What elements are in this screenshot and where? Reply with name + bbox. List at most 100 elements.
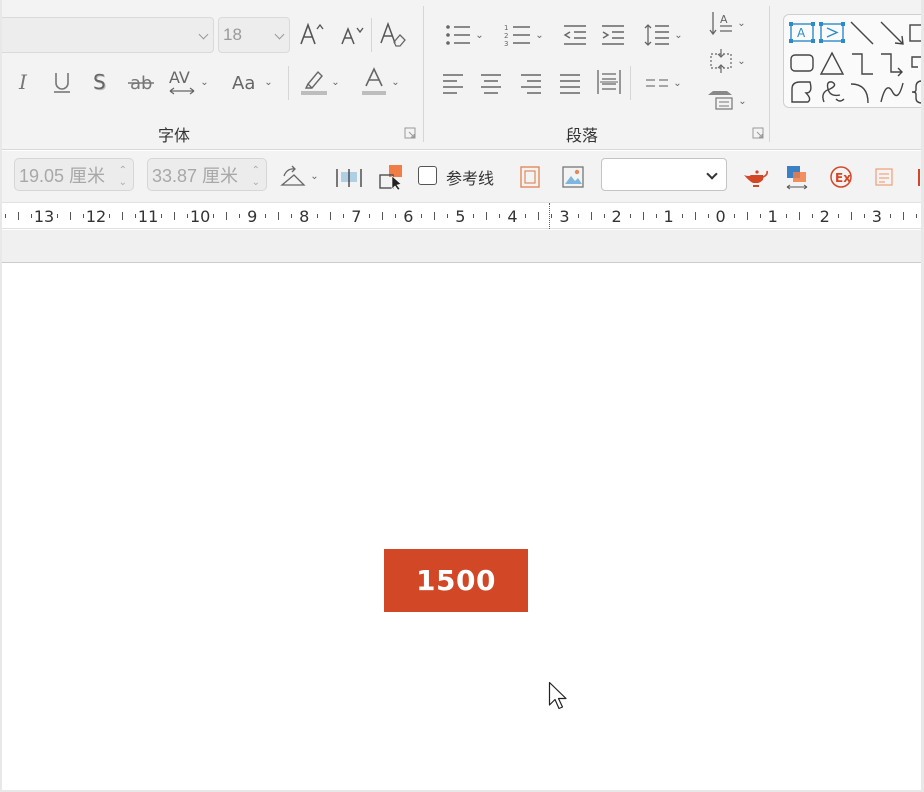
- spinner-arrows-icon[interactable]: ⌃ ⌄: [252, 165, 260, 189]
- strikethrough-button[interactable]: ab: [126, 68, 156, 96]
- ruler-tick: [187, 214, 188, 218]
- window-frame-left: [0, 0, 2, 792]
- text-box-icon[interactable]: A: [788, 21, 816, 45]
- shapes-gallery[interactable]: A: [783, 14, 924, 108]
- text-direction-button[interactable]: A ⌄: [702, 8, 752, 38]
- decrease-indent-icon: [563, 25, 586, 45]
- slide-canvas[interactable]: [2, 263, 921, 790]
- shape-height-spinner[interactable]: 19.05 厘米 ⌃ ⌄: [14, 158, 134, 191]
- separator: [371, 18, 372, 52]
- rotate-button[interactable]: ⌄: [274, 161, 324, 191]
- ruler-tick: [838, 214, 839, 218]
- paragraph-dialog-launcher-icon[interactable]: [752, 127, 764, 139]
- clear-formatting-button[interactable]: [378, 20, 408, 50]
- elbow-arrow-connector-icon[interactable]: [878, 51, 906, 77]
- spinner-arrows-icon[interactable]: ⌃ ⌄: [119, 165, 127, 189]
- numbering-button[interactable]: 1 2 3 ⌄: [498, 20, 550, 50]
- triangle-shape-icon[interactable]: [818, 51, 846, 77]
- style-select[interactable]: [601, 158, 727, 191]
- font-name-combo[interactable]: [0, 17, 214, 53]
- chevron-down-icon: ⌄: [673, 77, 682, 89]
- text-direction-icon: A: [709, 12, 733, 36]
- chevron-down-icon: ⌄: [264, 76, 273, 88]
- selection-pane-button[interactable]: [376, 162, 406, 192]
- format-background-icon: [562, 166, 584, 188]
- magic-lamp-button[interactable]: [740, 163, 770, 191]
- freeform-shape-icon[interactable]: [788, 79, 816, 105]
- underline-button[interactable]: [50, 68, 74, 96]
- shape-width-spinner[interactable]: 33.87 厘米 ⌃ ⌄: [147, 158, 267, 191]
- increase-font-size-icon: [300, 22, 324, 45]
- ruler-tick: [434, 212, 435, 220]
- ruler-label: 12: [85, 207, 107, 226]
- horizontal-ruler[interactable]: 13 12 11 10 9 8 7 6 5 4 3 2 1 0 1 2 3: [0, 203, 924, 229]
- svg-text:1: 1: [504, 24, 508, 32]
- vertical-text-box-icon[interactable]: [818, 21, 846, 45]
- align-objects-button[interactable]: [334, 162, 364, 192]
- ruler-tick: [109, 214, 110, 218]
- font-size-combo[interactable]: 18: [218, 17, 290, 53]
- svg-text:A: A: [720, 13, 728, 26]
- ruler-label: 0: [715, 207, 726, 226]
- ruler-tick: [578, 214, 579, 218]
- change-case-button[interactable]: Aa ⌄: [228, 68, 276, 96]
- align-center-button[interactable]: [476, 68, 506, 98]
- distributed-button[interactable]: [594, 66, 624, 98]
- decrease-indent-button[interactable]: [560, 20, 590, 50]
- svg-text:2: 2: [504, 32, 508, 40]
- scribble-shape-icon[interactable]: [818, 79, 846, 105]
- align-right-button[interactable]: [516, 68, 546, 98]
- rotate-icon: [280, 165, 306, 186]
- ruler-tick: [708, 214, 709, 218]
- columns-button[interactable]: ⌄: [638, 68, 688, 98]
- arrow-shape-icon[interactable]: [878, 19, 906, 47]
- shape-height-value: 19.05 厘米: [19, 165, 106, 186]
- character-spacing-button[interactable]: AV ⌄: [164, 66, 212, 98]
- line-shape-icon[interactable]: [848, 19, 876, 47]
- slide-size-button[interactable]: [517, 163, 543, 191]
- font-color-button[interactable]: ⌄: [356, 66, 404, 98]
- text-shadow-icon: S S: [93, 70, 107, 95]
- mouse-pointer-icon: [548, 681, 567, 710]
- ruler-tick: [747, 212, 748, 220]
- align-left-button[interactable]: [438, 68, 468, 98]
- arrange-button[interactable]: [782, 162, 812, 192]
- ruler-tick: [174, 212, 175, 220]
- arc-shape-icon[interactable]: [848, 79, 876, 105]
- rounded-rectangle-shape-icon[interactable]: [788, 51, 816, 75]
- svg-text:3: 3: [504, 40, 508, 48]
- line-spacing-button[interactable]: ⌄: [638, 20, 688, 50]
- align-text-button[interactable]: ⌄: [702, 46, 752, 76]
- bullets-button[interactable]: ⌄: [438, 20, 490, 50]
- bullet-list-icon: [446, 25, 471, 45]
- format-background-button[interactable]: [559, 163, 587, 191]
- guides-checkbox[interactable]: [418, 166, 437, 185]
- format-panel-button[interactable]: [870, 163, 898, 191]
- font-dialog-launcher-icon[interactable]: [404, 127, 416, 139]
- increase-font-size-button[interactable]: [298, 20, 326, 50]
- elbow-connector-icon[interactable]: [848, 51, 876, 77]
- format-panel-icon: [875, 168, 893, 186]
- italic-button[interactable]: I: [12, 68, 36, 96]
- increase-indent-button[interactable]: [598, 20, 628, 50]
- excel-addin-button[interactable]: Ex: [826, 162, 856, 192]
- strikethrough-icon: ab: [128, 73, 154, 94]
- highlight-color-button[interactable]: ⌄: [296, 66, 344, 98]
- ruler-tick: [630, 214, 631, 218]
- ruler-label: 4: [507, 207, 518, 226]
- ruler-tick: [890, 214, 891, 218]
- ruler-label: 5: [455, 207, 466, 226]
- ruler-tick: [473, 214, 474, 218]
- slide-size-icon: [520, 166, 540, 188]
- ruler-tick: [369, 214, 370, 218]
- curve-shape-icon[interactable]: [878, 79, 906, 105]
- chevron-down-icon: ⌄: [674, 29, 683, 41]
- smartart-icon: [708, 91, 733, 110]
- ruler-tick: [643, 212, 644, 220]
- convert-smartart-button[interactable]: ⌄: [702, 86, 752, 116]
- justify-button[interactable]: [555, 68, 585, 98]
- text-shadow-button[interactable]: S S: [88, 68, 112, 96]
- value-box-shape[interactable]: 1500: [384, 549, 528, 612]
- separator: [288, 66, 289, 100]
- decrease-font-size-button[interactable]: [338, 22, 366, 50]
